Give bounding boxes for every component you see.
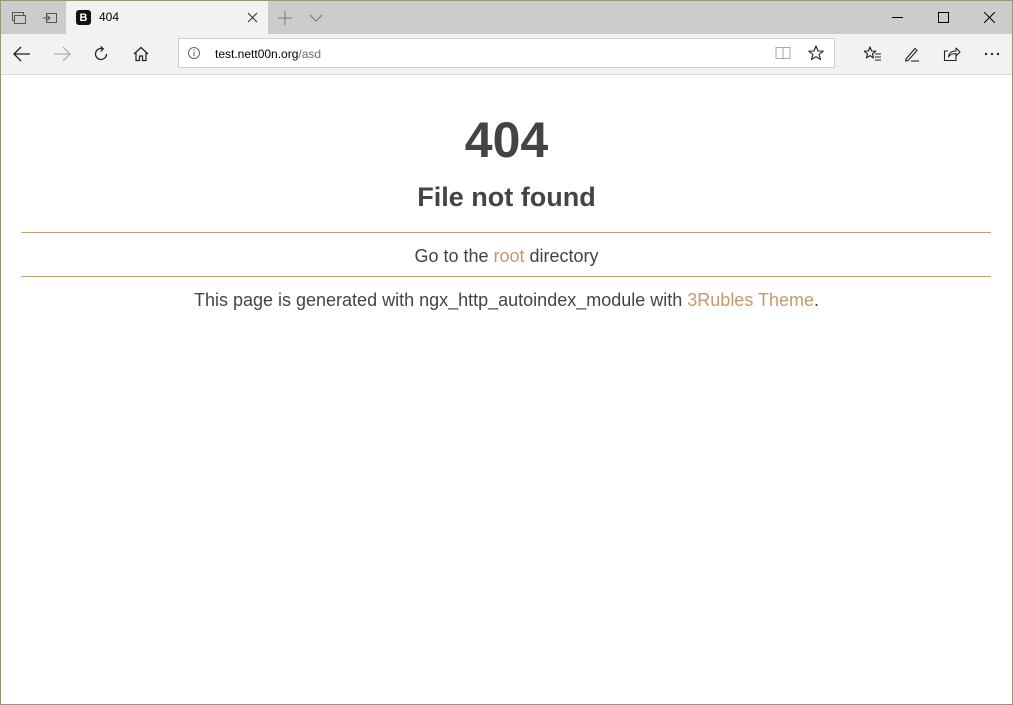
tabs-aside-icon[interactable]	[2, 1, 34, 34]
maximize-icon[interactable]	[920, 1, 966, 34]
minimize-icon[interactable]	[874, 1, 920, 34]
more-icon[interactable]	[972, 34, 1012, 74]
tab-title: 404	[99, 10, 120, 24]
root-directory-link[interactable]: root	[494, 246, 525, 266]
favorite-star-icon[interactable]	[800, 39, 832, 67]
tab-active[interactable]: B 404	[66, 1, 268, 34]
tab-close-icon[interactable]	[245, 10, 260, 25]
footer-prefix: This page is generated with ngx_http_aut…	[193, 290, 688, 310]
goto-prefix: Go to the	[414, 246, 494, 266]
favorites-hub-icon[interactable]	[853, 34, 893, 74]
web-note-pen-icon[interactable]	[892, 34, 932, 74]
footer-text: This page is generated with ngx_http_aut…	[1, 289, 1012, 311]
url-text[interactable]: test.nett00n.org/asd	[215, 47, 321, 61]
goto-line: Go to the root directory	[1, 245, 1012, 267]
back-arrow-icon[interactable]	[2, 34, 42, 74]
divider-bottom	[21, 276, 991, 277]
home-icon[interactable]	[121, 34, 161, 74]
site-favicon: B	[76, 10, 91, 25]
error-message-heading: File not found	[417, 182, 596, 212]
address-bar[interactable]: test.nett00n.org/asd	[178, 38, 835, 68]
browser-window: B 404 test.nett00n.org/asd 404 File not …	[0, 0, 1013, 705]
refresh-icon[interactable]	[81, 34, 121, 74]
title-bar: B 404	[1, 1, 1012, 34]
site-info-icon[interactable]	[187, 46, 201, 60]
error-code-heading: 404	[464, 112, 549, 168]
tab-preview-chevron-down-icon[interactable]	[300, 1, 332, 34]
goto-suffix: directory	[524, 246, 599, 266]
url-path: /asd	[298, 47, 322, 61]
url-host: test.nett00n.org	[215, 47, 299, 61]
forward-arrow-icon[interactable]	[42, 34, 82, 74]
share-icon[interactable]	[932, 34, 972, 74]
theme-link[interactable]: 3Rubles Theme	[687, 290, 814, 310]
divider-top	[21, 232, 991, 233]
reading-view-icon[interactable]	[767, 39, 799, 67]
new-tab-plus-icon[interactable]	[269, 1, 301, 34]
page-content: 404 File not found Go to the root direct…	[1, 75, 1012, 704]
show-aside-tabs-icon[interactable]	[34, 1, 66, 34]
window-close-icon[interactable]	[966, 1, 1012, 34]
footer-suffix: .	[814, 290, 820, 310]
navigation-bar: test.nett00n.org/asd	[1, 34, 1012, 75]
